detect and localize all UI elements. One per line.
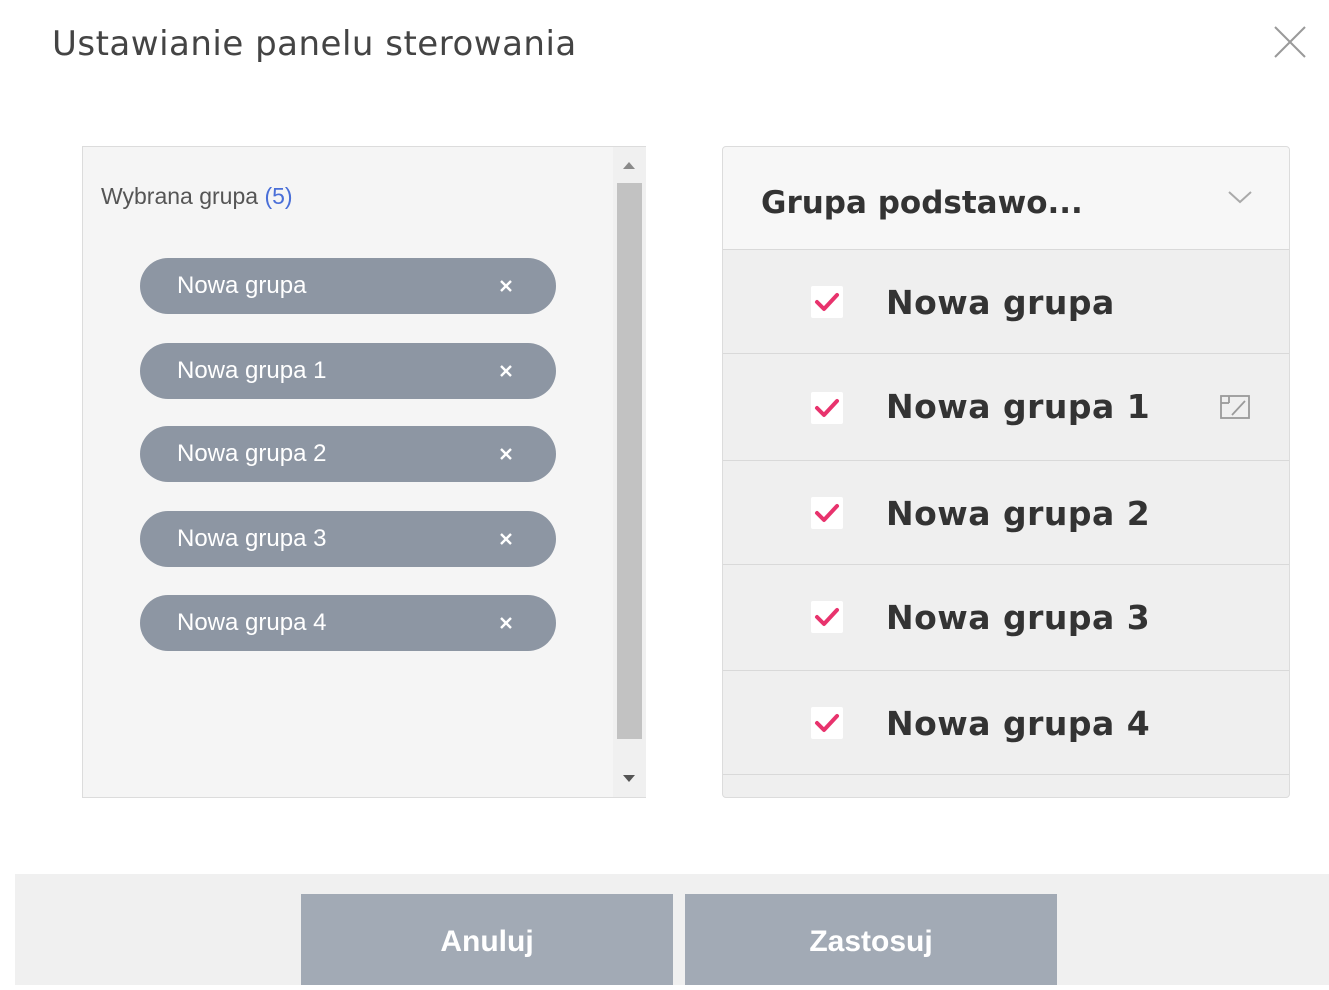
chip-label: Nowa grupa 2 bbox=[177, 440, 327, 467]
group-checkbox[interactable] bbox=[811, 601, 843, 633]
group-dropdown[interactable]: Grupa podstawo... bbox=[723, 147, 1289, 250]
group-checkbox[interactable] bbox=[811, 497, 843, 529]
checkmark-icon bbox=[815, 504, 839, 522]
group-checkbox[interactable] bbox=[811, 707, 843, 739]
chip-label: Nowa grupa 4 bbox=[177, 609, 327, 636]
remove-chip-icon[interactable] bbox=[492, 272, 520, 300]
close-icon[interactable] bbox=[1272, 24, 1308, 60]
scroll-down-arrow-icon[interactable] bbox=[619, 769, 639, 789]
checkmark-icon bbox=[815, 399, 839, 417]
dialog-footer: Anuluj Zastosuj bbox=[15, 874, 1329, 985]
apply-button[interactable]: Zastosuj bbox=[685, 894, 1057, 985]
group-checkbox[interactable] bbox=[811, 286, 843, 318]
chip-label: Nowa grupa 1 bbox=[177, 357, 327, 384]
scrollbar-thumb[interactable] bbox=[617, 183, 642, 739]
group-item-label: Nowa grupa 3 bbox=[886, 598, 1151, 637]
group-item-label: Nowa grupa 4 bbox=[886, 704, 1151, 743]
selected-groups-label: Wybrana grupa bbox=[101, 183, 259, 209]
group-list-item[interactable]: Nowa grupa 4 bbox=[723, 671, 1289, 775]
checkmark-icon bbox=[815, 293, 839, 311]
remove-chip-icon[interactable] bbox=[492, 357, 520, 385]
remove-chip-icon[interactable] bbox=[492, 525, 520, 553]
group-item-label: Nowa grupa bbox=[886, 283, 1115, 322]
group-list-panel: Grupa podstawo... Nowa grupa Nowa grupa … bbox=[722, 146, 1290, 798]
chip-label: Nowa grupa 3 bbox=[177, 525, 327, 552]
selected-group-chip: Nowa grupa 3 bbox=[140, 511, 556, 567]
selected-groups-panel: Wybrana grupa (5) Nowa grupa Nowa grupa … bbox=[82, 146, 646, 798]
selected-groups-count: (5) bbox=[264, 183, 293, 209]
group-item-label: Nowa grupa 1 bbox=[886, 387, 1151, 426]
group-item-label: Nowa grupa 2 bbox=[886, 494, 1151, 533]
vertical-scrollbar[interactable] bbox=[613, 147, 646, 797]
chevron-down-icon bbox=[1227, 189, 1253, 205]
selected-groups-header: Wybrana grupa (5) bbox=[101, 183, 293, 210]
cancel-button[interactable]: Anuluj bbox=[301, 894, 673, 985]
chip-label: Nowa grupa bbox=[177, 272, 307, 299]
edit-icon[interactable] bbox=[1219, 394, 1251, 420]
group-list-item[interactable]: Nowa grupa 1 bbox=[723, 354, 1289, 461]
selected-group-chip: Nowa grupa 1 bbox=[140, 343, 556, 399]
scroll-up-arrow-icon[interactable] bbox=[619, 155, 639, 175]
remove-chip-icon[interactable] bbox=[492, 609, 520, 637]
checkmark-icon bbox=[815, 714, 839, 732]
group-list-item[interactable]: Nowa grupa 2 bbox=[723, 461, 1289, 565]
remove-chip-icon[interactable] bbox=[492, 440, 520, 468]
selected-group-chip: Nowa grupa 4 bbox=[140, 595, 556, 651]
group-list-item[interactable]: Nowa grupa 3 bbox=[723, 565, 1289, 671]
group-checkbox[interactable] bbox=[811, 392, 843, 424]
group-dropdown-value: Grupa podstawo... bbox=[761, 185, 1083, 221]
selected-group-chip: Nowa grupa 2 bbox=[140, 426, 556, 482]
dialog-title: Ustawianie panelu sterowania bbox=[52, 24, 577, 64]
selected-group-chip: Nowa grupa bbox=[140, 258, 556, 314]
checkmark-icon bbox=[815, 608, 839, 626]
group-list-item[interactable]: Nowa grupa bbox=[723, 250, 1289, 354]
